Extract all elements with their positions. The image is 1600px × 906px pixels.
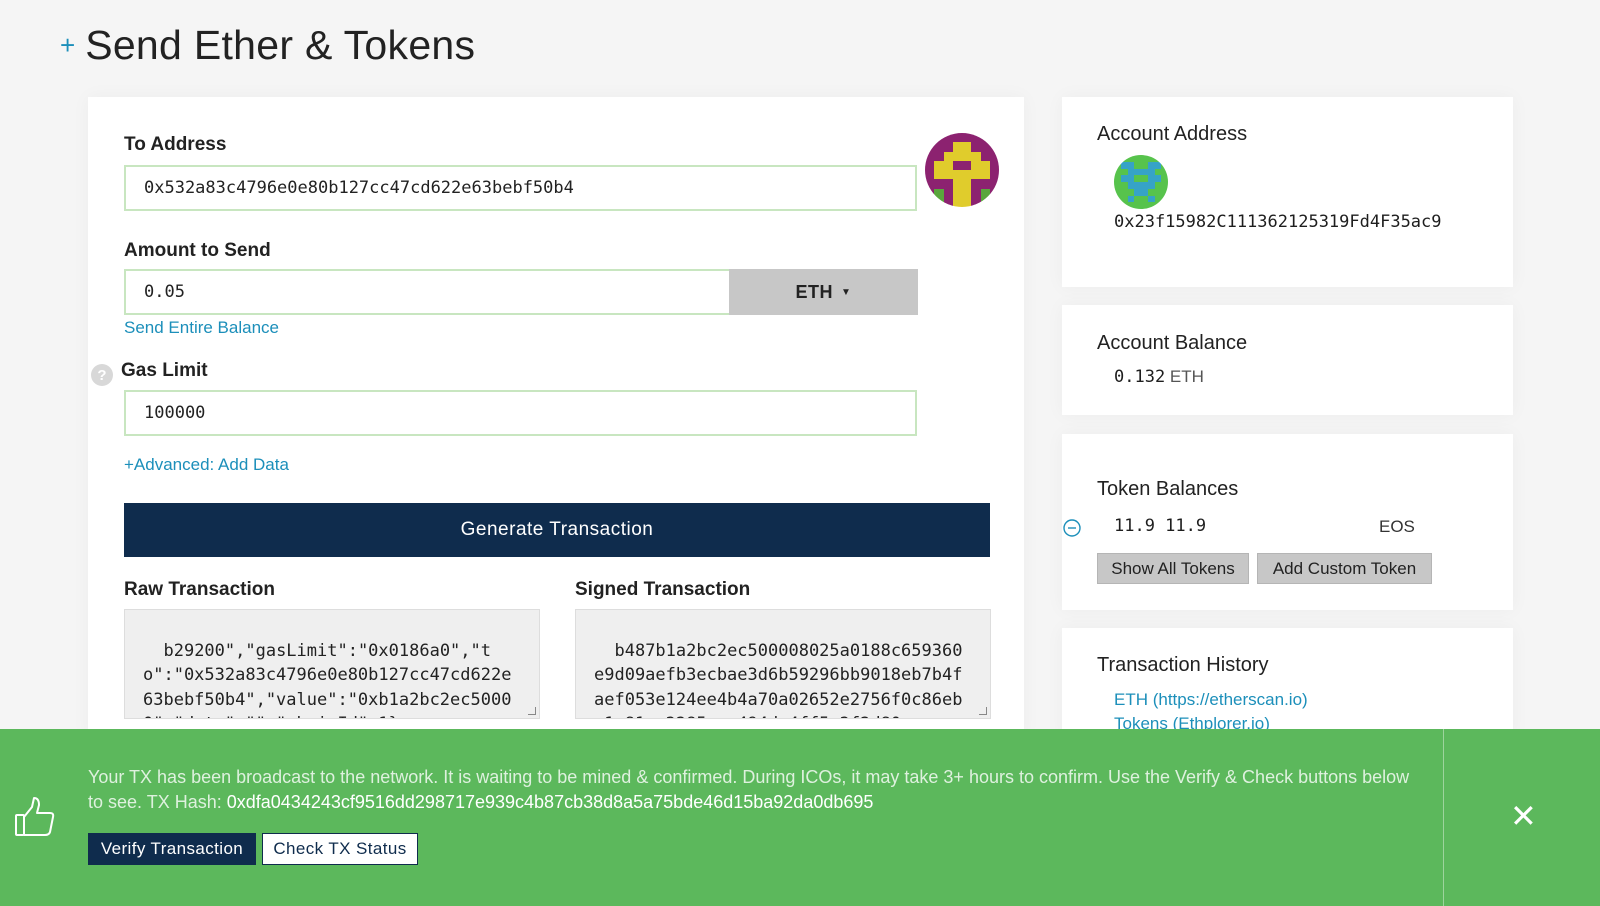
to-address-identicon [925,133,999,207]
send-entire-balance-link[interactable]: Send Entire Balance [124,318,279,338]
account-identicon [1114,155,1168,209]
caret-down-icon: ▼ [841,286,852,298]
transaction-history-panel: Transaction History ETH (https://ethersc… [1062,628,1513,738]
verify-transaction-button[interactable]: Verify Transaction [88,833,256,865]
add-custom-token-button[interactable]: Add Custom Token [1257,553,1432,584]
account-balance-panel: Account Balance 0.132 ETH [1062,305,1513,415]
balance-amount: 0.132 [1114,367,1166,387]
page-title: Send Ether & Tokens [85,22,476,68]
resize-grip-icon[interactable] [528,707,536,715]
close-icon[interactable]: ✕ [1510,797,1537,835]
balance-unit: ETH [1169,367,1204,386]
gas-limit-label: Gas Limit [121,360,208,381]
token-balances-title: Token Balances [1097,478,1239,500]
amount-label: Amount to Send [124,240,271,261]
token-amount: 11.9 11.9 [1114,516,1207,536]
token-symbol: EOS [1379,517,1415,536]
account-address-value: 0x23f15982C111362125319Fd4F35ac9 [1114,212,1442,232]
minus-circle-icon[interactable] [1062,518,1082,538]
account-address-title: Account Address [1097,123,1248,145]
tx-hash: 0xdfa0434243cf9516dd298717e939c4b87cb38d… [226,792,874,812]
to-address-input[interactable]: 0x532a83c4796e0e80b127cc47cd622e63bebf50… [124,165,917,211]
raw-transaction-text: b29200","gasLimit":"0x0186a0","to":"0x53… [143,640,512,719]
account-balance-row: 0.132 ETH [1114,367,1204,387]
etherscan-link[interactable]: ETH (https://etherscan.io) [1114,690,1308,710]
page-header: + Send Ether & Tokens [60,22,475,69]
account-balance-title: Account Balance [1097,332,1248,354]
signed-transaction-text: b487b1a2bc2ec500008025a0188c659360e9d09a… [594,640,963,719]
resize-grip-icon[interactable] [979,707,987,715]
account-address-panel: Account Address 0x23f15982C111362125319F… [1062,97,1513,287]
to-address-label: To Address [124,134,227,155]
plus-icon[interactable]: + [60,30,75,61]
gas-limit-input[interactable]: 100000 [124,390,917,436]
signed-transaction-label: Signed Transaction [575,579,751,600]
amount-input[interactable]: 0.05 [124,269,731,315]
currency-dropdown[interactable]: ETH ▼ [729,269,918,315]
currency-label: ETH [795,281,834,302]
advanced-add-data-link[interactable]: +Advanced: Add Data [124,455,289,475]
thumbs-up-icon [14,795,56,839]
signed-transaction-textarea[interactable]: b487b1a2bc2ec500008025a0188c659360e9d09a… [575,609,991,719]
alert-message: Your TX has been broadcast to the networ… [88,765,1428,815]
show-all-tokens-button[interactable]: Show All Tokens [1097,553,1249,584]
generate-transaction-button[interactable]: Generate Transaction [124,503,990,557]
transaction-history-title: Transaction History [1097,654,1269,676]
alert-divider [1443,729,1444,906]
broadcast-success-alert: Your TX has been broadcast to the networ… [0,729,1600,906]
question-icon[interactable]: ? [91,364,113,386]
check-tx-status-button[interactable]: Check TX Status [262,833,418,865]
raw-transaction-label: Raw Transaction [124,579,275,600]
raw-transaction-textarea[interactable]: b29200","gasLimit":"0x0186a0","to":"0x53… [124,609,540,719]
